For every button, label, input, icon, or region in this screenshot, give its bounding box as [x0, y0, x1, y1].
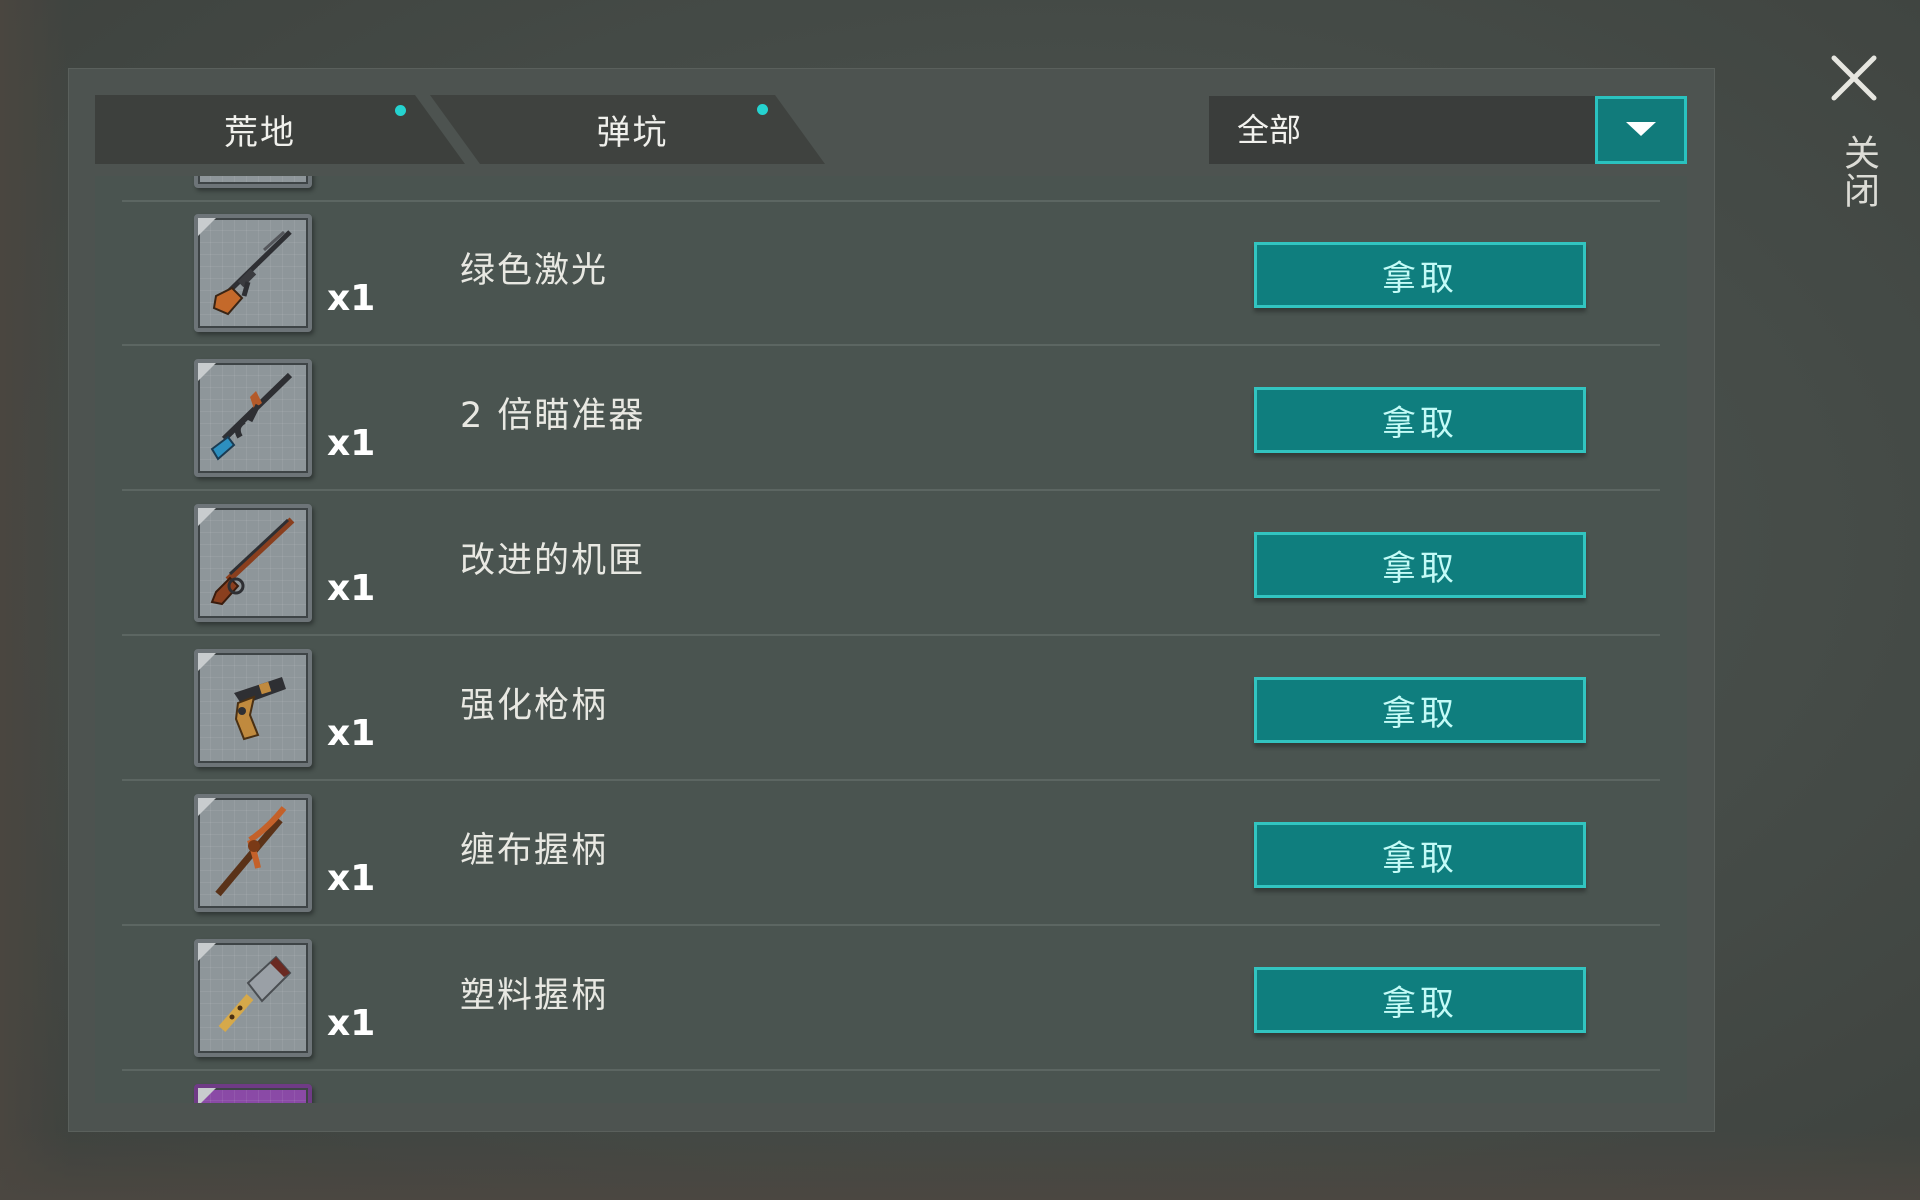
rifle-icon	[194, 214, 312, 332]
item-list[interactable]: x1 x1 绿色激光 拿取 x1 2 倍瞄准	[95, 176, 1687, 1103]
item-name: 缠布握柄	[460, 831, 609, 871]
tab-wasteland[interactable]: 荒地	[95, 95, 465, 164]
list-item: x1 绿色激光 拿取	[122, 202, 1660, 346]
item-quantity: x1	[327, 858, 376, 899]
item-quantity: x1	[327, 568, 376, 609]
tab-notification-dot	[395, 105, 406, 116]
take-button[interactable]: 拿取	[1254, 242, 1586, 308]
shotgun-icon	[194, 504, 312, 622]
item-quantity: x1	[327, 278, 376, 319]
take-button[interactable]: 拿取	[1254, 822, 1586, 888]
assault-rifle-icon	[194, 359, 312, 477]
item-name: 2 倍瞄准器	[460, 396, 646, 436]
close-label: 关闭	[1838, 134, 1879, 210]
list-item: x1 缠布握柄 拿取	[122, 782, 1660, 926]
close-icon	[1831, 55, 1877, 101]
list-item: x1 2 倍瞄准器 拿取	[122, 347, 1660, 491]
take-button[interactable]: 拿取	[1254, 677, 1586, 743]
item-name: 塑料握柄	[460, 976, 609, 1016]
close-button[interactable]: 关闭	[1820, 50, 1888, 218]
take-button[interactable]: 拿取	[1254, 967, 1586, 1033]
item-quantity: x1	[327, 1003, 376, 1044]
list-item	[122, 1072, 1660, 1103]
item-quantity: x1	[327, 176, 375, 179]
filter-selected-label: 全部	[1237, 111, 1302, 149]
pistol-icon	[194, 649, 312, 767]
item-name: 强化枪柄	[460, 686, 609, 726]
pickaxe-icon	[194, 794, 312, 912]
take-button[interactable]: 拿取	[1254, 387, 1586, 453]
filter-dropdown[interactable]: 全部	[1209, 96, 1687, 164]
tab-notification-dot	[757, 104, 768, 115]
background-edge	[0, 0, 70, 1200]
cleaver-icon	[194, 939, 312, 1057]
item-name: 改进的机匣	[460, 541, 646, 581]
item-icon	[194, 176, 312, 188]
item-name: 绿色激光	[460, 251, 609, 291]
item-quantity: x1	[327, 713, 376, 754]
list-item: x1 强化枪柄 拿取	[122, 637, 1660, 781]
list-item: x1 塑料握柄 拿取	[122, 927, 1660, 1071]
item-quantity: x1	[327, 423, 376, 464]
take-button[interactable]: 拿取	[1254, 532, 1586, 598]
list-item: x1	[122, 176, 1660, 202]
background-edge	[0, 1130, 1920, 1200]
chevron-down-icon	[1626, 122, 1656, 136]
list-item: x1 改进的机匣 拿取	[122, 492, 1660, 636]
item-icon	[194, 1084, 312, 1103]
dropdown-toggle-button[interactable]	[1595, 96, 1687, 164]
tab-label: 弹坑	[596, 113, 669, 153]
tab-label: 荒地	[224, 113, 296, 153]
